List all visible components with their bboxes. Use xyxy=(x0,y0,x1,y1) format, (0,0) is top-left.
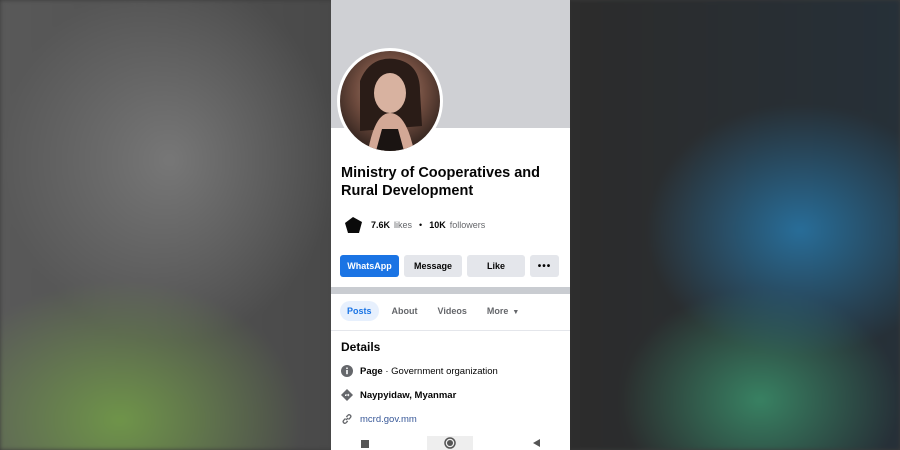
caret-down-icon: ▼ xyxy=(512,309,520,316)
page-title: Ministry of Cooperatives and Rural Devel… xyxy=(341,165,541,199)
info-icon xyxy=(341,365,353,377)
link-icon xyxy=(342,414,352,424)
likes-label: likes xyxy=(394,220,413,230)
likes-followers-row[interactable]: 7.6K likes • 10K followers xyxy=(341,213,485,237)
phone-screen: Ministry of Cooperatives and Rural Devel… xyxy=(331,0,570,450)
page-type-prefix: Page xyxy=(360,365,383,377)
likes-count: 7.6K xyxy=(371,220,391,230)
details-heading: Details xyxy=(341,340,381,354)
tab-about[interactable]: About xyxy=(385,301,425,321)
home-button[interactable] xyxy=(427,436,474,450)
tab-more[interactable]: More ▼ xyxy=(480,301,526,321)
tab-videos[interactable]: Videos xyxy=(431,301,474,321)
android-nav-bar xyxy=(331,436,570,450)
profile-avatar[interactable] xyxy=(337,48,443,154)
tabs-underline xyxy=(331,330,570,331)
more-options-button[interactable]: ••• xyxy=(530,255,559,277)
whatsapp-button[interactable]: WhatsApp xyxy=(340,255,399,277)
followers-count: 10K xyxy=(429,220,446,230)
tab-more-label: More xyxy=(486,306,509,316)
followers-label: followers xyxy=(449,220,486,230)
location-text: Naypyidaw, Myanmar xyxy=(360,389,457,401)
detail-website[interactable]: mcrd.gov.mm xyxy=(341,413,417,425)
profile-tabs: Posts About Videos More ▼ xyxy=(340,301,526,321)
page-type: · Government organization xyxy=(382,365,498,377)
recent-square-icon[interactable] xyxy=(360,438,370,448)
profile-photo xyxy=(340,51,440,151)
detail-page-type: Page · Government organization xyxy=(341,365,498,377)
website-link[interactable]: mcrd.gov.mm xyxy=(360,414,417,425)
action-buttons: WhatsApp Message Like ••• xyxy=(340,255,559,277)
friend-avatar-icon xyxy=(342,214,364,236)
detail-location[interactable]: Naypyidaw, Myanmar xyxy=(341,389,456,401)
location-diamond-icon xyxy=(341,389,353,401)
section-divider xyxy=(331,287,570,294)
stats-separator: • xyxy=(419,220,423,230)
like-button[interactable]: Like xyxy=(467,255,525,277)
back-triangle-icon[interactable] xyxy=(531,438,541,448)
message-button[interactable]: Message xyxy=(404,255,462,277)
home-circle-icon xyxy=(444,437,457,449)
tab-posts[interactable]: Posts xyxy=(340,301,379,321)
